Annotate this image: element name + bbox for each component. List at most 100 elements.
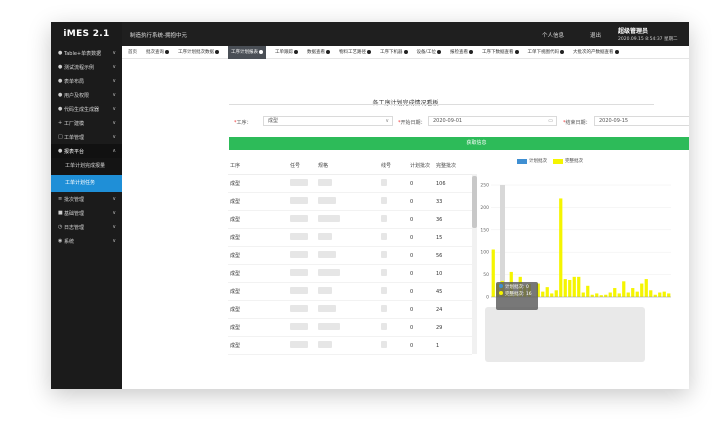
sidebar-item[interactable]: ● Table+单表数据 ∨ [51,46,122,60]
sidebar-subitem[interactable]: 工单计划完成报量 [51,158,122,175]
bar[interactable] [631,288,635,297]
close-icon[interactable] [560,50,565,54]
sidebar-item[interactable]: + 工厂建模 ∨ [51,116,122,130]
bar[interactable] [581,292,585,297]
sidebar-item[interactable]: ● 报表平台 ∧ [51,144,122,158]
bar[interactable] [572,276,576,297]
bar[interactable] [577,276,581,297]
bar[interactable] [590,294,594,297]
personal-info-link[interactable]: 个人信息 [542,31,564,39]
bar[interactable] [640,283,644,297]
close-icon[interactable] [165,50,169,54]
cell-done: 45 [436,288,443,295]
legend-item[interactable]: 计划批次 [517,158,547,164]
bar[interactable] [662,291,666,297]
tab-item[interactable]: 工序下数据查看 [482,46,519,59]
bar[interactable] [649,290,653,297]
sidebar-item[interactable]: ● 代码生成生成器 ∨ [51,102,122,116]
sidebar-item[interactable]: ≡ 批次管理 ∨ [51,192,122,206]
bar[interactable] [658,292,662,297]
sidebar-item[interactable]: ◉ 系统 ∨ [51,234,122,248]
bar[interactable] [559,198,563,297]
cell-model [318,197,381,206]
table-row[interactable]: 成型 0 56 [228,247,472,265]
table-row[interactable]: 成型 0 10 [228,265,472,283]
cell-done: 106 [436,180,446,187]
tab-item[interactable]: 设备/工位 [417,46,442,59]
bar[interactable] [563,279,567,297]
y-tick-label: 50 [483,272,489,278]
close-icon[interactable] [614,50,619,54]
sidebar-item[interactable]: ● 用户及权限 ∨ [51,88,122,102]
table-row[interactable]: 成型 0 33 [228,193,472,211]
bar[interactable] [644,279,648,297]
close-icon[interactable] [403,50,408,54]
bar[interactable] [586,285,590,297]
table-row[interactable]: 成型 0 1 [228,337,472,355]
tab-item[interactable]: 工序计划批次数据 [178,46,219,59]
close-icon[interactable] [437,50,442,54]
bar[interactable] [667,293,671,297]
bar[interactable] [613,288,617,297]
tab-item[interactable]: 批次查询 [146,46,169,59]
sidebar-subitem[interactable]: 工单计划任务 [51,175,122,192]
tab-label: 物料工艺路径 [339,50,366,55]
sidebar-item[interactable]: ● 测试流程示例 ∨ [51,60,122,74]
query-button[interactable]: 获取信息 [229,137,689,150]
sidebar-item[interactable]: ◷ 日志管理 ∨ [51,220,122,234]
close-icon[interactable] [326,50,330,54]
tab-item[interactable]: 报检查看 [450,46,474,59]
bar[interactable] [554,290,558,297]
legend-item[interactable]: 完整批次 [553,158,583,164]
end-date-field[interactable]: 2020-09-15▭ [594,116,689,126]
sidebar-item-label: 日志管理 [64,224,85,231]
bar[interactable] [541,291,545,297]
close-icon[interactable] [514,50,519,54]
process-select[interactable]: 成型 ∨ [263,116,393,126]
bar[interactable] [653,294,657,297]
sidebar-item[interactable]: ● 表单布局 ∨ [51,74,122,88]
table-row[interactable]: 成型 0 29 [228,319,472,337]
bar[interactable] [622,281,626,297]
close-icon[interactable] [215,50,219,54]
close-icon[interactable] [469,50,474,54]
tab-item[interactable]: 工单下视图代码 [528,46,565,59]
table-row[interactable]: 成型 0 24 [228,301,472,319]
table-row[interactable]: 成型 0 106 [228,175,472,193]
redacted-value [381,323,387,330]
bar[interactable] [491,249,495,297]
tab-item[interactable]: 首页 [128,46,137,59]
close-icon[interactable] [259,50,263,54]
bar[interactable] [635,291,639,297]
current-user[interactable]: 超级管理员 [618,26,648,35]
table-row[interactable]: 成型 0 45 [228,283,472,301]
bar[interactable] [568,279,572,297]
close-icon[interactable] [294,50,298,54]
tab-item[interactable]: 工单跟踪 [275,46,298,59]
table-row[interactable]: 成型 0 36 [228,211,472,229]
tab-item[interactable]: 工序下机器 [380,46,408,59]
tab-item[interactable]: 大批次的产数据查看 [573,46,619,59]
bar[interactable] [604,294,608,297]
sidebar-item[interactable]: □ 工单管理 ∨ [51,130,122,144]
logout-link[interactable]: 退出 [590,31,601,39]
bar[interactable] [626,292,630,297]
chevron-icon: ∨ [112,238,116,244]
table-row[interactable]: 成型 0 15 [228,229,472,247]
cell-line [381,251,410,260]
sidebar-item[interactable]: ■ 基础管理 ∨ [51,206,122,220]
close-icon[interactable] [367,50,371,54]
redacted-value [318,305,336,312]
tab-item[interactable]: 物料工艺路径 [339,46,371,59]
bar[interactable] [545,287,549,297]
tab-item[interactable]: 工序计划报表 [228,45,266,59]
bar[interactable] [608,292,612,297]
bar[interactable] [550,293,554,297]
bar[interactable] [595,293,599,297]
cell-process: 成型 [230,181,241,187]
cell-model [318,179,381,188]
cell-model [318,269,381,278]
start-date-field[interactable]: 2020-09-01 ▭ [428,116,557,126]
tab-item[interactable]: 数据查看 [307,46,330,59]
bar[interactable] [617,293,621,297]
